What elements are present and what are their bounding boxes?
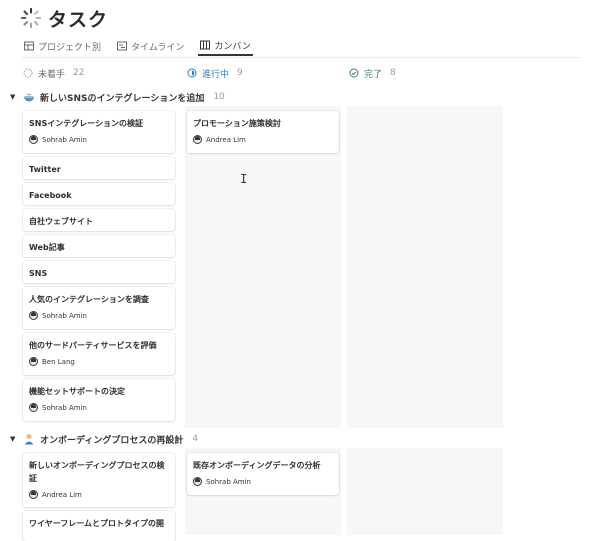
group-title: 新しいSNSのインテグレーションを追加 — [40, 93, 205, 104]
column-header-doing[interactable]: 進行中 9 — [187, 66, 243, 80]
task-card[interactable]: SNS — [23, 261, 175, 283]
column-area-doing — [185, 106, 341, 428]
card-assignee: Andrea Lim — [193, 135, 333, 144]
assignee-name: Ben Lang — [42, 357, 75, 366]
group-count: 4 — [192, 434, 199, 444]
tab-timeline[interactable]: タイムライン — [115, 36, 186, 56]
check-circle-icon — [349, 68, 359, 78]
card-title: 他のサードパーティサービスを評価 — [29, 341, 157, 350]
column-count: 22 — [73, 68, 85, 78]
caret-down-icon[interactable]: ▼ — [10, 435, 18, 443]
bowl-icon — [24, 93, 34, 102]
person-icon — [24, 433, 34, 445]
avatar — [193, 135, 202, 144]
loading-spinner-icon — [20, 7, 42, 29]
column-count: 9 — [237, 68, 243, 78]
column-count: 8 — [390, 68, 396, 78]
text-cursor-icon: I — [240, 172, 248, 186]
group-count: 10 — [213, 92, 225, 102]
task-card[interactable]: 他のサードパーティサービスを評価 Ben Lang — [23, 333, 175, 375]
assignee-name: Sohrab Amin — [42, 311, 87, 320]
circle-dashed-icon — [23, 68, 33, 78]
card-title: SNS — [29, 269, 48, 278]
column-label: 進行中 — [202, 69, 230, 80]
view-tabs: プロジェクト別 タイムライン カンバン — [22, 36, 253, 56]
task-card[interactable]: 新しいオンボーディングプロセスの検証 Andrea Lim — [23, 453, 175, 507]
tab-label: タイムライン — [131, 42, 185, 53]
card-assignee: Sohrab Amin — [29, 311, 169, 320]
avatar — [29, 357, 38, 366]
in-progress-icon — [187, 68, 197, 78]
assignee-name: Andrea Lim — [42, 490, 82, 499]
card-assignee: Ben Lang — [29, 357, 169, 366]
card-assignee: Sohrab Amin — [193, 477, 333, 486]
task-card[interactable]: Twitter — [23, 157, 175, 179]
assignee-name: Andrea Lim — [206, 135, 246, 144]
card-title: Twitter — [29, 165, 61, 174]
assignee-name: Sohrab Amin — [42, 403, 87, 412]
task-card[interactable]: 機能セットサポートの決定 Sohrab Amin — [23, 379, 175, 421]
card-title: Web記事 — [29, 243, 65, 252]
avatar — [193, 477, 202, 486]
card-title: 新しいオンボーディングプロセスの検証 — [29, 461, 165, 483]
assignee-name: Sohrab Amin — [42, 135, 87, 144]
card-title: Facebook — [29, 191, 72, 200]
task-card[interactable]: Web記事 — [23, 235, 175, 257]
column-area-done — [347, 106, 503, 428]
card-assignee: Sohrab Amin — [29, 135, 169, 144]
task-card[interactable]: ワイヤーフレームとプロトタイプの開 — [23, 511, 175, 541]
avatar — [29, 311, 38, 320]
column-label: 未着手 — [38, 69, 66, 80]
tab-project[interactable]: プロジェクト別 — [22, 36, 103, 56]
avatar — [29, 490, 38, 499]
page-header: タスク — [20, 3, 108, 33]
board-icon — [200, 40, 211, 50]
task-card[interactable]: 人気のインテグレーションを調査 Sohrab Amin — [23, 287, 175, 329]
card-title: プロモーション施策検討 — [193, 119, 281, 128]
column-header-done[interactable]: 完了 8 — [349, 66, 396, 80]
avatar — [29, 135, 38, 144]
task-card[interactable]: 既存オンボーディングデータの分析 Sohrab Amin — [187, 453, 339, 495]
tab-label: カンバン — [214, 41, 251, 52]
card-assignee: Sohrab Amin — [29, 403, 169, 412]
avatar — [29, 403, 38, 412]
tabs-divider — [22, 57, 582, 58]
card-title: ワイヤーフレームとプロトタイプの開 — [29, 519, 165, 528]
group-header[interactable]: ▼ オンボーディングプロセスの再設計 4 — [10, 432, 198, 446]
task-card[interactable]: SNSインテグレーションの検証 Sohrab Amin — [23, 111, 175, 153]
tab-label: プロジェクト別 — [38, 42, 102, 53]
tab-board[interactable]: カンバン — [198, 36, 253, 56]
card-title: 自社ウェブサイト — [29, 217, 93, 226]
column-header-todo[interactable]: 未着手 22 — [23, 66, 84, 80]
card-title: 機能セットサポートの決定 — [29, 387, 125, 396]
table-icon — [24, 41, 34, 51]
card-title: 人気のインテグレーションを調査 — [29, 295, 149, 304]
assignee-name: Sohrab Amin — [206, 477, 251, 486]
card-title: 既存オンボーディングデータの分析 — [193, 461, 321, 470]
column-label: 完了 — [364, 69, 383, 80]
column-area-done — [347, 448, 503, 535]
timeline-icon — [117, 41, 128, 51]
group-header[interactable]: ▼ 新しいSNSのインテグレーションを追加 10 — [10, 90, 225, 104]
caret-down-icon[interactable]: ▼ — [10, 93, 18, 101]
card-assignee: Andrea Lim — [29, 490, 169, 499]
task-card[interactable]: Facebook — [23, 183, 175, 205]
page-title: タスク — [48, 8, 109, 31]
group-title: オンボーディングプロセスの再設計 — [40, 435, 184, 446]
task-card[interactable]: 自社ウェブサイト — [23, 209, 175, 231]
card-title: SNSインテグレーションの検証 — [29, 119, 144, 128]
task-card[interactable]: プロモーション施策検討 Andrea Lim — [187, 111, 339, 153]
